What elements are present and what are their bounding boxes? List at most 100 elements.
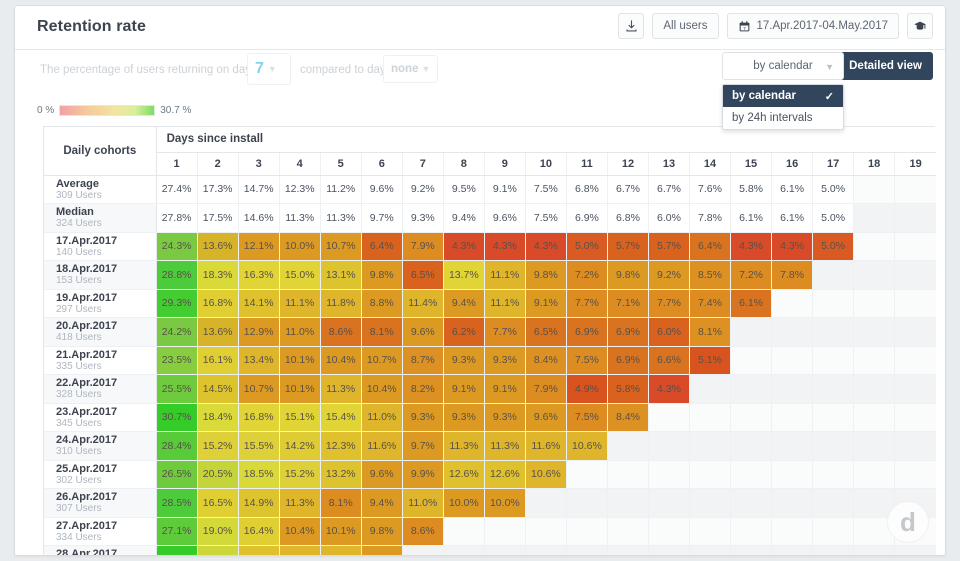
day-select[interactable]: 7 ▼ — [247, 53, 291, 85]
retention-cell — [402, 546, 443, 557]
retention-cell — [854, 460, 895, 489]
retention-cell: 7.5% — [566, 346, 607, 375]
check-icon: ✓ — [825, 90, 834, 103]
retention-cell: 9.9% — [402, 460, 443, 489]
retention-cell — [813, 489, 854, 518]
cohort-label: 27.Apr.2017 — [56, 520, 156, 532]
retention-cell — [690, 517, 731, 546]
mode-option-label: by calendar — [732, 90, 796, 102]
help-button[interactable] — [907, 13, 933, 39]
retention-cell: 14.9% — [238, 489, 279, 518]
day-column-header-8: 8 — [443, 152, 484, 175]
retention-cell — [648, 546, 689, 557]
retention-cell — [772, 375, 813, 404]
mode-select-wrapper: by calendar ▼ by calendar ✓ by 24h inter… — [722, 52, 844, 80]
retention-cell: 9.3% — [443, 346, 484, 375]
day-column-header-14: 14 — [690, 152, 731, 175]
mode-select[interactable]: by calendar ▼ — [722, 52, 844, 80]
retention-cell: 27.8% — [156, 204, 197, 233]
retention-cell: 4.3% — [772, 232, 813, 261]
retention-cell: 24.2% — [156, 318, 197, 347]
retention-cell: 6.2% — [443, 318, 484, 347]
retention-cell: 9.1% — [443, 375, 484, 404]
retention-cell: 10.7% — [361, 346, 402, 375]
retention-cell: 30.4% — [156, 546, 197, 557]
retention-cell: 9.7% — [361, 204, 402, 233]
retention-cell: 7.1% — [607, 289, 648, 318]
cohort-column-header: Daily cohorts — [44, 127, 156, 175]
retention-cell: 10.6% — [566, 432, 607, 461]
date-range-button[interactable]: 7 17.Apr.2017-04.May.2017 — [727, 13, 900, 39]
watermark-logo: d — [887, 501, 929, 543]
retention-cell — [854, 346, 895, 375]
retention-cell: 4.3% — [648, 375, 689, 404]
retention-cell — [813, 346, 854, 375]
mode-option-by-24h-intervals[interactable]: by 24h intervals — [723, 107, 843, 129]
retention-cell: 7.2% — [566, 261, 607, 290]
day-column-header-13: 13 — [648, 152, 689, 175]
retention-cell: 9.4% — [443, 204, 484, 233]
retention-cell: 9.8% — [607, 261, 648, 290]
table-row: 27.Apr.2017334 Users27.1%19.0%16.4%10.4%… — [44, 517, 936, 546]
retention-cell: 23.5% — [156, 346, 197, 375]
retention-cell — [854, 204, 895, 233]
table-row: 19.Apr.2017297 Users29.3%16.8%14.1%11.1%… — [44, 289, 936, 318]
retention-cell: 8.7% — [402, 346, 443, 375]
download-button[interactable] — [618, 13, 644, 39]
retention-cell: 9.4% — [361, 546, 402, 557]
retention-cell: 13.6% — [197, 318, 238, 347]
retention-cell: 9.6% — [361, 175, 402, 204]
retention-cell: 15.0% — [279, 261, 320, 290]
retention-cell: 8.4% — [525, 346, 566, 375]
retention-cell — [731, 318, 772, 347]
compare-day-select[interactable]: none ▼ — [383, 55, 438, 83]
retention-cell: 6.7% — [607, 175, 648, 204]
retention-cell: 5.0% — [813, 204, 854, 233]
day-column-header-4: 4 — [279, 152, 320, 175]
retention-cell: 7.9% — [402, 232, 443, 261]
retention-cell: 6.1% — [772, 204, 813, 233]
retention-cell: 6.1% — [731, 204, 772, 233]
retention-cell — [813, 517, 854, 546]
retention-cell: 6.4% — [361, 232, 402, 261]
retention-cell: 14.6% — [238, 204, 279, 233]
retention-cell — [731, 489, 772, 518]
retention-cell: 9.2% — [402, 175, 443, 204]
calendar-icon: 7 — [738, 20, 751, 33]
retention-cell: 9.8% — [361, 517, 402, 546]
retention-cell: 9.8% — [361, 261, 402, 290]
retention-cell — [772, 289, 813, 318]
retention-cell — [566, 460, 607, 489]
retention-cell: 13.2% — [320, 460, 361, 489]
retention-cell: 8.2% — [402, 375, 443, 404]
retention-cell — [895, 375, 936, 404]
retention-cell: 11.6% — [525, 432, 566, 461]
cohort-label: 25.Apr.2017 — [56, 463, 156, 475]
retention-cell: 20.5% — [197, 460, 238, 489]
retention-cell: 5.0% — [813, 232, 854, 261]
day-column-header-11: 11 — [566, 152, 607, 175]
day-column-header-9: 9 — [484, 152, 525, 175]
retention-cell — [690, 460, 731, 489]
retention-cell — [813, 261, 854, 290]
retention-cell: 9.1% — [484, 175, 525, 204]
table-head: Daily cohorts Days since install 1234567… — [44, 127, 936, 175]
day-column-header-16: 16 — [772, 152, 813, 175]
segment-filter-button[interactable]: All users — [652, 13, 718, 39]
cohort-label: Average — [56, 178, 156, 190]
cohort-cell: 23.Apr.2017345 Users — [44, 403, 156, 432]
retention-cell: 6.7% — [648, 175, 689, 204]
chevron-down-icon: ▼ — [825, 62, 834, 72]
retention-cell: 27.1% — [156, 517, 197, 546]
filter-middle-label: compared to day — [300, 64, 386, 76]
cohort-cell: 24.Apr.2017310 Users — [44, 432, 156, 461]
retention-cell: 17.3% — [197, 175, 238, 204]
retention-cell — [690, 546, 731, 557]
days-since-install-header: Days since install — [156, 127, 936, 152]
download-icon — [625, 20, 638, 33]
cohort-user-count: 153 Users — [56, 275, 156, 286]
day-select-value: 7 — [255, 60, 264, 78]
mode-option-by-calendar[interactable]: by calendar ✓ — [723, 85, 843, 107]
cohort-user-count: 324 Users — [56, 218, 156, 229]
retention-cell: 12.3% — [279, 175, 320, 204]
